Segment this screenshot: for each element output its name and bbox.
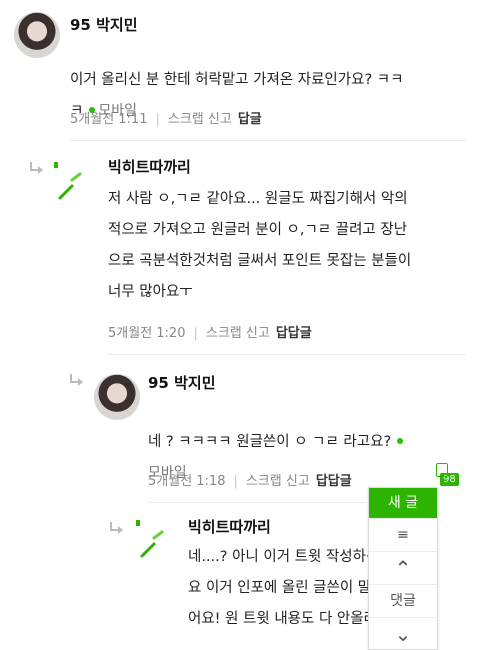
comment-time: 5개월전 1:20 bbox=[108, 326, 186, 341]
scroll-up-icon[interactable]: ⌃ bbox=[369, 551, 437, 584]
comment-author[interactable]: 빅히트따까리 bbox=[188, 516, 271, 537]
reply-button[interactable]: 답글 bbox=[238, 112, 262, 127]
reply-arrow-icon bbox=[70, 374, 84, 388]
comment-time: 5개월전 1:11 bbox=[70, 112, 148, 127]
comment-author[interactable]: 95 박지민 bbox=[70, 14, 138, 35]
scrap-report-link[interactable]: 스크랩 신고 bbox=[206, 326, 270, 341]
comment-meta: 5개월전 1:20 | 스크랩 신고 답답글 bbox=[108, 326, 312, 341]
reply-arrow-icon bbox=[30, 162, 44, 176]
comment-author[interactable]: 95 박지민 bbox=[148, 372, 216, 393]
comment-jump-button[interactable]: 댓글 bbox=[369, 584, 437, 617]
comment-meta: 5개월전 1:11 | 스크랩 신고 답글 bbox=[70, 112, 262, 127]
comment-body: 저 사람 ㅇ,ㄱㄹ 같아요... 원글도 짜집기해서 악의 적으로 가져오고 원… bbox=[108, 191, 412, 300]
default-avatar-icon[interactable] bbox=[52, 158, 92, 206]
write-new-button[interactable]: 새 글 bbox=[369, 488, 437, 518]
scrap-report-link[interactable]: 스크랩 신고 bbox=[168, 112, 232, 127]
avatar[interactable] bbox=[14, 12, 60, 58]
comment-time: 5개월전 1:18 bbox=[148, 474, 226, 489]
comment-count-badge: 98 bbox=[436, 463, 459, 486]
scrap-report-link[interactable]: 스크랩 신고 bbox=[246, 474, 310, 489]
avatar[interactable] bbox=[94, 374, 140, 420]
floating-menu: 새 글 ≡ ⌃ 댓글 ⌄ bbox=[368, 487, 438, 650]
default-avatar-icon[interactable] bbox=[134, 516, 174, 564]
comment-author[interactable]: 빅히트따까리 bbox=[108, 156, 191, 177]
comment-meta: 5개월전 1:18 | 스크랩 신고 답답글 bbox=[148, 474, 352, 489]
divider bbox=[148, 502, 366, 503]
menu-icon[interactable]: ≡ bbox=[369, 518, 437, 551]
comment-body: 네 ? ㅋㅋㅋㅋ 원글쓴이 ㅇ ㄱㄹ 라고요? bbox=[148, 434, 392, 450]
mobile-dot-icon bbox=[397, 438, 404, 444]
reply-button[interactable]: 답답글 bbox=[276, 326, 312, 341]
scroll-down-icon[interactable]: ⌄ bbox=[369, 617, 437, 650]
reply-button[interactable]: 답답글 bbox=[316, 474, 352, 489]
reply-arrow-icon bbox=[110, 522, 124, 536]
divider bbox=[70, 140, 466, 141]
divider bbox=[108, 354, 466, 355]
